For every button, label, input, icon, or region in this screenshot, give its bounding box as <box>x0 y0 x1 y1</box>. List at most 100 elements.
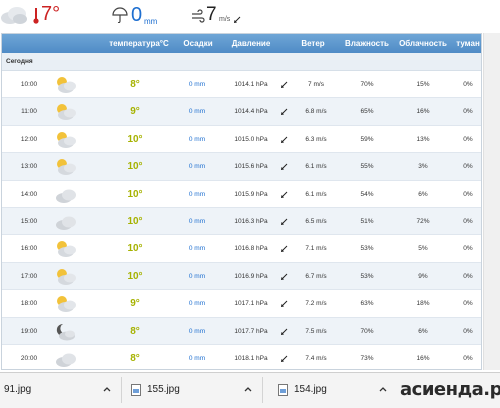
row-time: 14:00 <box>20 190 38 198</box>
partly-cloudy-icon <box>57 268 76 285</box>
download-item[interactable]: 154.jpg <box>278 379 394 401</box>
header-pressure[interactable]: Давление <box>228 34 274 53</box>
row-temperature: 10° <box>127 243 143 255</box>
header-fog[interactable]: туман <box>454 34 481 53</box>
row-pressure: 1015.0 hPa <box>234 135 268 143</box>
partly-cloudy-icon <box>57 296 76 313</box>
row-time: 20:00 <box>20 354 38 362</box>
wind-direction-icon <box>234 16 241 23</box>
row-time: 13:00 <box>20 163 38 171</box>
current-wind-speed: 7 <box>206 4 217 25</box>
partly-cloudy-icon <box>57 131 76 148</box>
row-cloudiness: 13% <box>416 135 430 143</box>
row-humidity: 59% <box>360 135 374 143</box>
row-precipitation: 0 mm <box>188 217 206 225</box>
table-row: 13:00 10° 0 mm 1015.6 hPa 6.1 m/s 55% 3% 0% <box>2 153 481 181</box>
row-pressure: 1014.4 hPa <box>234 108 268 116</box>
header-cloudiness[interactable]: Облачность <box>395 34 451 53</box>
site-watermark: асиенда.ру <box>400 379 500 400</box>
row-precipitation: 0 mm <box>188 300 206 308</box>
header-humidity[interactable]: Влажность <box>344 34 390 53</box>
row-time: 11:00 <box>21 108 37 116</box>
precipitation-unit: mm <box>144 17 158 26</box>
row-time: 16:00 <box>20 245 38 253</box>
row-temperature: 10° <box>127 270 143 282</box>
download-item[interactable]: 155.jpg <box>131 379 257 401</box>
chevron-up-icon[interactable] <box>378 384 388 394</box>
cloud-icon <box>56 353 76 367</box>
row-temperature: 8° <box>130 79 140 90</box>
row-weather-icon <box>52 126 78 153</box>
header-temperature[interactable]: температура°C <box>106 34 172 53</box>
row-pressure: 1017.7 hPa <box>234 327 268 335</box>
row-weather-icon <box>52 345 78 369</box>
divider <box>121 377 122 403</box>
partly-cloudy-icon <box>57 77 76 93</box>
current-precipitation: 0 <box>131 4 143 26</box>
row-cloudiness: 16% <box>416 354 430 362</box>
row-weather-icon <box>52 263 78 290</box>
row-cloudiness: 16% <box>416 108 430 116</box>
row-cloudiness: 6% <box>418 190 428 198</box>
row-weather-icon <box>52 235 78 262</box>
row-wind-speed: 6.7 m/s <box>305 272 327 280</box>
row-pressure: 1016.9 hPa <box>234 272 268 280</box>
header-precipitation[interactable]: Осадки <box>178 34 218 53</box>
thermometer-icon <box>33 8 39 24</box>
download-item[interactable]: 91.jpg <box>4 379 116 401</box>
table-row: 10:00 8° 0 mm 1014.1 hPa 7 m/s 70% 15% 0% <box>2 71 481 99</box>
row-humidity: 70% <box>360 81 374 88</box>
umbrella-icon <box>112 7 128 23</box>
wind-direction-icon <box>281 191 288 198</box>
row-wind-speed: 7.5 m/s <box>305 327 327 335</box>
row-fog: 0% <box>463 135 473 143</box>
row-temperature: 9° <box>130 298 140 310</box>
row-humidity: 73% <box>360 354 374 362</box>
row-humidity: 53% <box>360 245 374 253</box>
row-weather-icon <box>52 208 78 235</box>
wind-direction-icon <box>281 136 288 143</box>
wind-direction-icon <box>281 355 288 362</box>
chevron-up-icon[interactable] <box>243 384 253 394</box>
row-cloudiness: 5% <box>418 245 428 253</box>
row-fog: 0% <box>463 190 473 198</box>
row-precipitation: 0 mm <box>188 272 206 280</box>
row-pressure: 1015.6 hPa <box>234 163 268 171</box>
wind-direction-icon <box>281 328 288 335</box>
row-wind-speed: 6.1 m/s <box>305 190 327 198</box>
row-pressure: 1017.1 hPa <box>234 300 268 308</box>
row-cloudiness: 9% <box>418 272 428 280</box>
partly-cloudy-icon <box>57 241 76 258</box>
row-wind-direction <box>278 126 290 153</box>
row-humidity: 70% <box>360 327 374 335</box>
header-wind[interactable]: Ветер <box>296 34 330 53</box>
row-temperature: 9° <box>130 106 140 118</box>
row-pressure: 1016.3 hPa <box>234 217 268 225</box>
table-row: 12:00 10° 0 mm 1015.0 hPa 6.3 m/s 59% 13% 0% <box>2 125 481 154</box>
table-header: температура°C Осадки Давление Ветер Влаж… <box>2 34 481 53</box>
row-cloudiness: 72% <box>416 217 430 225</box>
row-humidity: 51% <box>360 217 374 225</box>
row-precipitation: 0 mm <box>188 135 206 143</box>
scrollbar[interactable] <box>483 33 500 370</box>
row-wind-speed: 6.5 m/s <box>305 217 327 225</box>
row-time: 19:00 <box>20 327 38 335</box>
row-humidity: 65% <box>360 108 374 116</box>
row-wind-direction <box>278 153 290 180</box>
wind-direction-icon <box>281 273 288 280</box>
row-wind-direction <box>278 181 290 208</box>
cloud-icon <box>56 216 76 230</box>
row-weather-icon <box>52 290 78 317</box>
row-temperature: 10° <box>127 215 143 227</box>
chevron-up-icon[interactable] <box>102 384 112 394</box>
row-fog: 0% <box>463 272 473 280</box>
row-fog: 0% <box>463 245 473 253</box>
row-temperature: 8° <box>130 352 140 364</box>
row-precipitation: 0 mm <box>188 354 206 362</box>
table-row: 16:00 10° 0 mm 1016.8 hPa 7.1 m/s 53% 5% 0% <box>2 235 481 263</box>
row-fog: 0% <box>463 108 473 116</box>
row-weather-icon <box>52 318 78 345</box>
row-pressure: 1015.9 hPa <box>234 190 268 198</box>
row-weather-icon <box>52 181 78 208</box>
row-cloudiness: 3% <box>418 163 428 171</box>
